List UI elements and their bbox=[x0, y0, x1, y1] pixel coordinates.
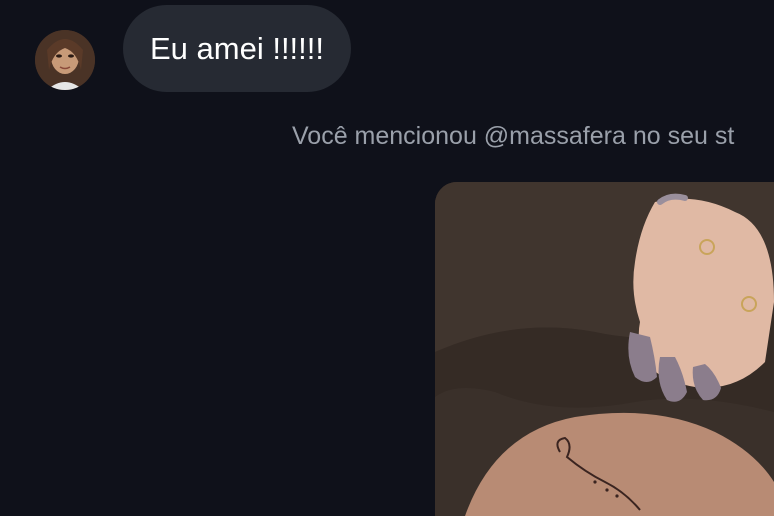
sender-avatar[interactable] bbox=[35, 30, 95, 90]
avatar-photo-icon bbox=[35, 30, 95, 90]
story-mention-notice: Você mencionou @massafera no seu st bbox=[292, 122, 735, 150]
story-preview[interactable] bbox=[435, 182, 774, 516]
message-bubble[interactable]: Eu amei !!!!!! bbox=[123, 5, 352, 92]
message-text: Eu amei !!!!!! bbox=[150, 30, 325, 66]
story-photo-icon bbox=[435, 182, 774, 516]
